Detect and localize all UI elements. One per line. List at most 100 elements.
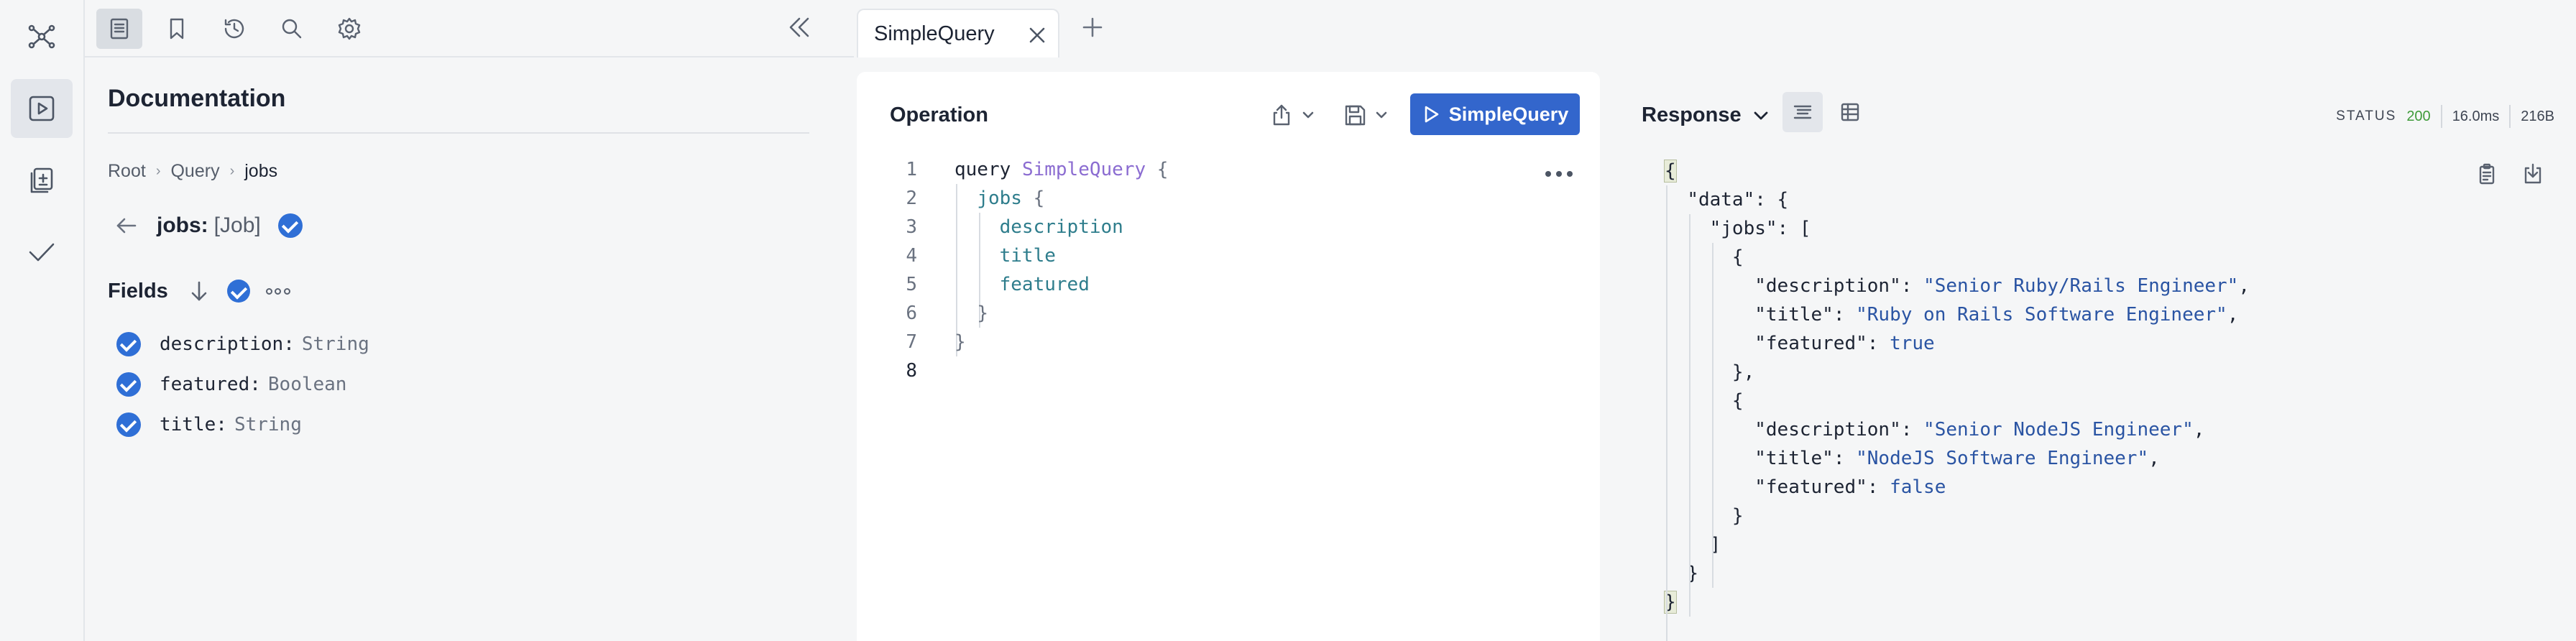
check-icon[interactable]: [11, 223, 73, 282]
brace: {: [1033, 188, 1045, 209]
copy-icon[interactable]: [2475, 162, 2498, 185]
chevron-down-icon: [1376, 111, 1387, 119]
search-icon[interactable]: [269, 9, 315, 49]
json-key: "featured": [1754, 333, 1867, 354]
code-line: 8: [857, 356, 1600, 385]
divider: [108, 132, 809, 134]
breadcrumb-jobs: jobs: [244, 161, 278, 181]
status-label: STATUS: [2336, 109, 2397, 124]
divider: [2440, 105, 2442, 128]
json-key: "description": [1754, 419, 1901, 441]
brace: }: [977, 303, 988, 324]
brace: {: [1156, 159, 1169, 180]
sort-arrow-icon[interactable]: [187, 279, 211, 303]
json-string: "NodeJS Software Engineer": [1856, 448, 2149, 469]
bookmark-icon[interactable]: [154, 9, 200, 49]
field-type[interactable]: [Job]: [214, 213, 261, 238]
line-number: 7: [906, 331, 917, 353]
colon: :: [283, 333, 295, 355]
code-line: 5 featured: [857, 270, 1600, 299]
chevron-down-icon: [1754, 111, 1768, 119]
code-line: 2 jobs {: [857, 184, 1600, 213]
fields-header: Fields: [108, 279, 290, 303]
table-view-icon[interactable]: [1830, 92, 1870, 132]
tab-simplequery[interactable]: SimpleQuery: [857, 9, 1059, 57]
chevron-right-icon: ›: [229, 163, 235, 179]
brace: }: [954, 331, 966, 353]
breadcrumb-query[interactable]: Query: [170, 161, 219, 182]
line-number: 6: [906, 303, 917, 324]
field-row-name: featured: [160, 374, 250, 395]
json-key: "jobs": [1709, 218, 1777, 239]
field-row[interactable]: featured: Boolean: [116, 372, 346, 397]
download-icon[interactable]: [2521, 162, 2544, 185]
code-line: 3 description: [857, 213, 1600, 241]
field-check-icon[interactable]: [116, 372, 141, 397]
operation-title: Operation: [890, 103, 988, 126]
run-button-label: SimpleQuery: [1448, 103, 1569, 125]
play-icon[interactable]: [11, 79, 73, 138]
field-row-type[interactable]: String: [234, 414, 302, 435]
select-all-check-icon[interactable]: [226, 280, 250, 303]
field-token: title: [999, 245, 1056, 267]
field-check-icon[interactable]: [116, 332, 141, 356]
json-boolean: true: [1890, 333, 1935, 354]
json-key: "data": [1687, 189, 1755, 211]
json-string: "Senior Ruby/Rails Engineer": [1923, 275, 2239, 297]
code-line: 6 }: [857, 299, 1600, 328]
json-key: "title": [1754, 448, 1834, 469]
text-view-icon[interactable]: [1782, 92, 1823, 132]
response-title: Response: [1642, 103, 1742, 126]
query-editor[interactable]: 1 query SimpleQuery { 2 jobs { 3 descrip…: [857, 155, 1600, 385]
more-options-icon[interactable]: [265, 286, 290, 296]
settings-icon[interactable]: [326, 9, 372, 49]
code-line: 4 title: [857, 241, 1600, 270]
code-line: 1 query SimpleQuery {: [857, 155, 1600, 184]
field-row[interactable]: title: String: [116, 412, 302, 437]
response-dropdown[interactable]: Response: [1642, 103, 1770, 127]
share-button[interactable]: [1269, 101, 1320, 129]
keyword: query: [954, 159, 1011, 180]
status-code: 200: [2406, 108, 2431, 124]
indent-guide: [1689, 214, 1690, 617]
indent-guide: [1712, 243, 1714, 588]
run-query-button[interactable]: SimpleQuery: [1410, 93, 1580, 135]
breadcrumb: Root › Query › jobs: [108, 161, 277, 182]
line-number: 4: [906, 245, 917, 267]
json-string: "Senior NodeJS Engineer": [1923, 419, 2194, 441]
field-name: jobs:: [157, 213, 208, 237]
history-icon[interactable]: [211, 9, 257, 49]
indent-guide: [1666, 185, 1668, 641]
left-rail: [0, 0, 85, 641]
field-row-type[interactable]: Boolean: [268, 374, 347, 395]
back-arrow-icon[interactable]: [114, 213, 139, 239]
field-token: featured: [999, 274, 1090, 295]
close-icon[interactable]: [1028, 26, 1046, 45]
divider: [2509, 105, 2511, 128]
save-button[interactable]: [1343, 101, 1393, 129]
field-row[interactable]: description: String: [116, 332, 369, 356]
response-time: 16.0ms: [2452, 108, 2500, 124]
graph-icon[interactable]: [11, 7, 73, 66]
breadcrumb-root[interactable]: Root: [108, 161, 146, 182]
docs-icon[interactable]: [96, 9, 142, 49]
add-tab-icon[interactable]: [1080, 14, 1105, 40]
share-icon: [1273, 104, 1290, 126]
collapse-panel-icon[interactable]: [783, 14, 815, 40]
response-json: { "data": { "jobs": [ { "description": "…: [1664, 157, 2250, 641]
line-number: 2: [906, 188, 917, 209]
field-row-type[interactable]: String: [302, 333, 369, 355]
field-signature: jobs: [Job]: [114, 213, 303, 239]
field-row-name: description: [160, 333, 284, 355]
collection-icon[interactable]: [11, 151, 73, 210]
fields-heading: Fields: [108, 279, 168, 303]
field-check-icon[interactable]: [116, 412, 141, 437]
line-number: 8: [906, 360, 917, 382]
docs-toolbar: [85, 0, 854, 57]
tab-label: SimpleQuery: [874, 22, 995, 45]
chevron-right-icon: ›: [155, 163, 161, 179]
json-brace: {: [1664, 160, 1677, 183]
selected-check-icon[interactable]: [277, 213, 303, 238]
response-panel: Response STATUS 200 16.0ms 216B { "data"…: [1600, 72, 2576, 641]
colon: :: [249, 374, 261, 395]
